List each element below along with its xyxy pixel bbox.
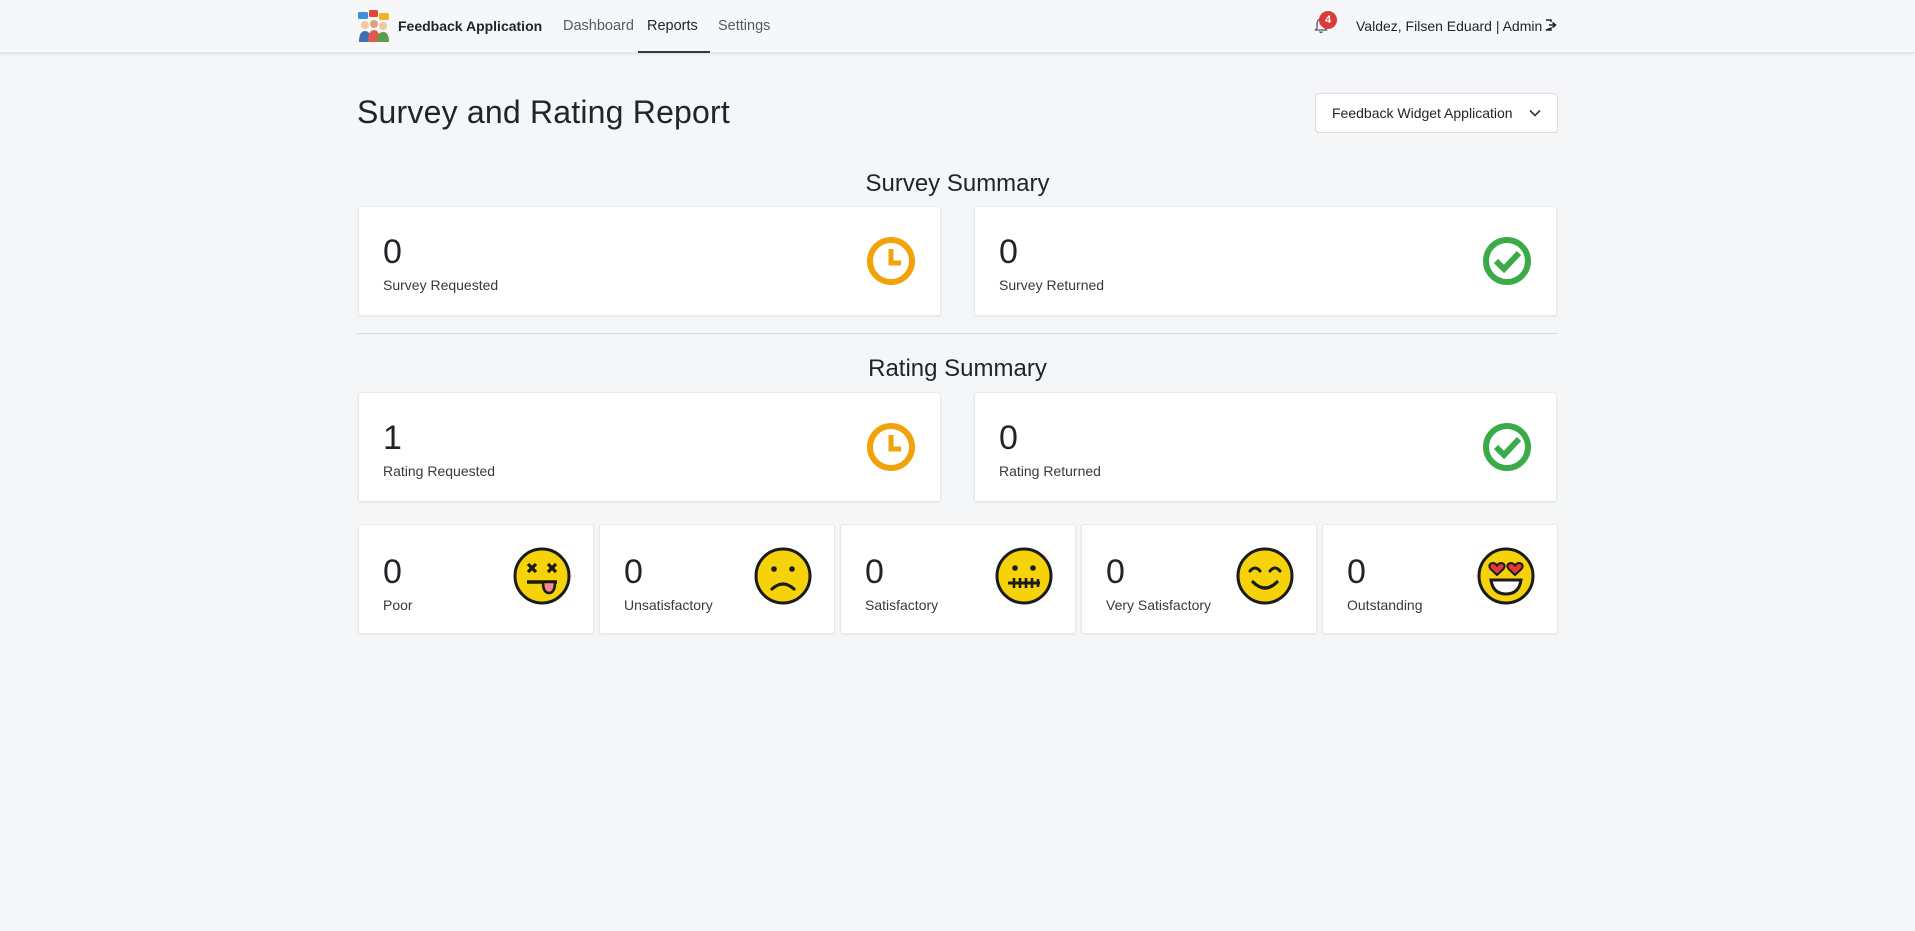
rating-returned-card: 0 Rating Returned (974, 392, 1557, 502)
active-tab-indicator (638, 51, 710, 53)
nav-reports[interactable]: Reports (647, 0, 698, 53)
notification-badge[interactable]: 4 (1319, 11, 1337, 29)
survey-returned-count: 0 (999, 233, 1018, 271)
smile-face-icon (1236, 547, 1294, 605)
application-select-value: Feedback Widget Application (1332, 105, 1513, 121)
clock-icon (867, 423, 915, 471)
feedback-logo-icon (358, 9, 389, 42)
heart-eyes-face-icon (1477, 547, 1535, 605)
dizzy-face-icon (513, 547, 571, 605)
rating-returned-count: 0 (999, 419, 1018, 457)
clock-icon (867, 237, 915, 285)
check-circle-icon (1483, 237, 1531, 285)
top-navbar: Feedback Application Dashboard Reports S… (0, 0, 1915, 53)
brand-name: Feedback Application (398, 18, 543, 34)
frown-face-icon (754, 547, 812, 605)
rating-requested-count: 1 (383, 419, 402, 457)
rating-returned-label: Rating Returned (999, 463, 1101, 479)
rating-unsatisfactory-card: 0 Unsatisfactory (599, 524, 835, 634)
rating-poor-count: 0 (383, 553, 402, 591)
chevron-down-icon (1529, 109, 1541, 117)
rating-requested-label: Rating Requested (383, 463, 496, 479)
page-title: Survey and Rating Report (357, 94, 731, 130)
rating-outstanding-card: 0 Outstanding (1322, 524, 1558, 634)
survey-requested-count: 0 (383, 233, 402, 271)
rating-very-satisfactory-count: 0 (1106, 553, 1125, 591)
rating-very-satisfactory-label: Very Satisfactory (1106, 597, 1212, 613)
logout-icon[interactable] (1545, 19, 1557, 31)
rating-summary-title: Rating Summary (868, 355, 1047, 382)
application-select[interactable]: Feedback Widget Application (1315, 93, 1558, 133)
section-divider (357, 333, 1558, 334)
survey-requested-label: Survey Requested (383, 277, 499, 293)
brand[interactable]: Feedback Application (357, 9, 542, 43)
survey-summary-title: Survey Summary (865, 170, 1050, 197)
survey-requested-card: 0 Survey Requested (358, 206, 941, 316)
rating-unsatisfactory-count: 0 (624, 553, 643, 591)
grimace-face-icon (995, 547, 1053, 605)
rating-requested-card: 1 Rating Requested (358, 392, 941, 502)
rating-unsatisfactory-label: Unsatisfactory (624, 597, 713, 613)
rating-poor-card: 0 Poor (358, 524, 594, 634)
rating-outstanding-label: Outstanding (1347, 597, 1423, 613)
user-menu[interactable]: Valdez, Filsen Eduard | Admin (1356, 0, 1542, 53)
rating-poor-label: Poor (383, 597, 413, 613)
check-circle-icon (1483, 423, 1531, 471)
rating-satisfactory-count: 0 (865, 553, 884, 591)
rating-satisfactory-card: 0 Satisfactory (840, 524, 1076, 634)
survey-returned-card: 0 Survey Returned (974, 206, 1557, 316)
rating-satisfactory-label: Satisfactory (865, 597, 939, 613)
rating-outstanding-count: 0 (1347, 553, 1366, 591)
rating-very-satisfactory-card: 0 Very Satisfactory (1081, 524, 1317, 634)
nav-dashboard[interactable]: Dashboard (563, 0, 634, 53)
survey-returned-label: Survey Returned (999, 277, 1105, 293)
nav-settings[interactable]: Settings (718, 0, 770, 53)
